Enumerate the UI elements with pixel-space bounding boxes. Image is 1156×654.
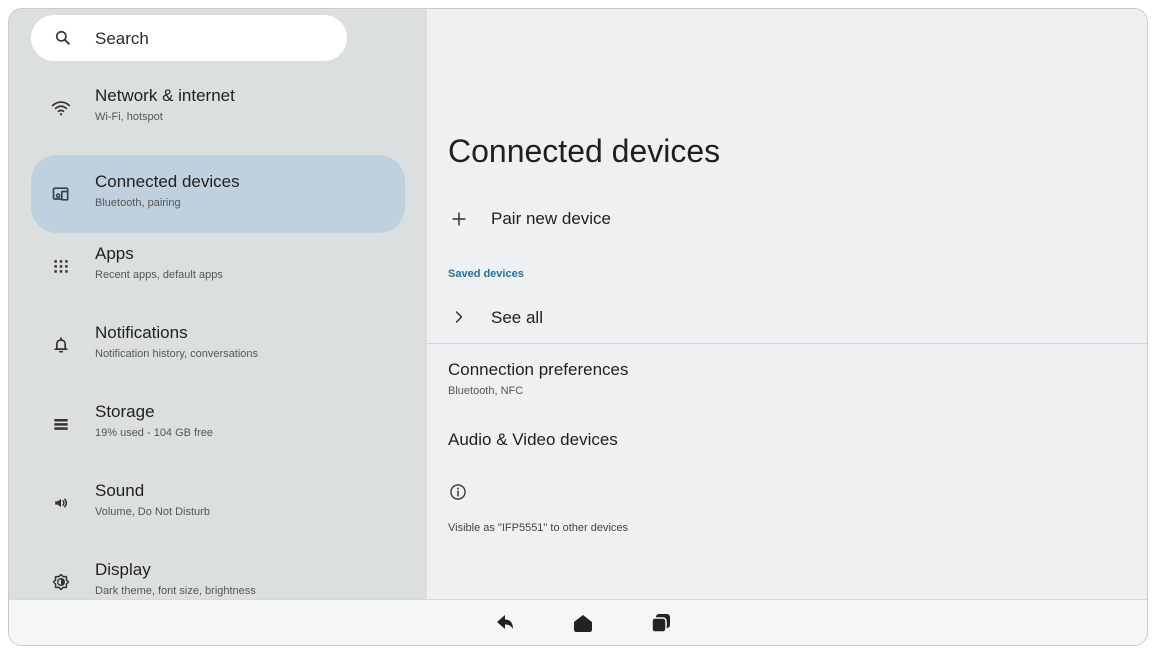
sidebar-item-notifications[interactable]: Notifications Notification history, conv… (31, 306, 405, 384)
saved-devices-header: Saved devices (448, 268, 524, 280)
sidebar-item-display[interactable]: Display Dark theme, font size, brightnes… (31, 543, 405, 601)
system-nav-bar (9, 599, 1147, 645)
connection-preferences-subtitle: Bluetooth, NFC (448, 385, 524, 397)
divider (427, 343, 1147, 344)
info-icon (450, 484, 466, 500)
apps-grid-icon (54, 260, 68, 273)
home-icon[interactable] (571, 611, 595, 635)
sidebar-item-storage[interactable]: Storage 19% used - 104 GB free (31, 385, 405, 463)
plus-icon (452, 212, 466, 226)
sidebar-item-subtitle: Dark theme, font size, brightness (95, 585, 256, 597)
sidebar-item-title: Apps (95, 244, 134, 263)
sidebar-item-title: Storage (95, 402, 155, 421)
sidebar-item-subtitle: Recent apps, default apps (95, 269, 223, 281)
sidebar-item-title: Display (95, 560, 151, 579)
sidebar-item-subtitle: Wi-Fi, hotspot (95, 111, 163, 123)
see-all-label: See all (491, 308, 543, 327)
sidebar-item-subtitle: Volume, Do Not Disturb (95, 506, 210, 518)
sidebar-item-title: Connected devices (95, 172, 240, 191)
sidebar-item-apps[interactable]: Apps Recent apps, default apps (31, 227, 405, 305)
wifi-icon (51, 101, 71, 116)
back-icon[interactable] (493, 611, 517, 635)
pair-new-device-label: Pair new device (491, 209, 612, 228)
search-bar[interactable]: Search (31, 15, 347, 61)
sidebar-item-subtitle: Notification history, conversations (95, 348, 259, 360)
sidebar-item-network[interactable]: Network & internet Wi-Fi, hotspot (31, 69, 405, 147)
sidebar-item-subtitle: 19% used - 104 GB free (95, 427, 214, 439)
search-icon (55, 30, 70, 45)
display-brightness-icon (52, 573, 70, 591)
settings-window: Search Network & internet Wi-Fi, hotspot… (8, 8, 1148, 646)
search-placeholder: Search (95, 29, 149, 48)
storage-icon (54, 419, 68, 430)
recents-icon[interactable] (649, 611, 673, 635)
page-title: Connected devices (448, 133, 721, 169)
sidebar-item-sound[interactable]: Sound Volume, Do Not Disturb (31, 464, 405, 542)
sidebar-item-title: Network & internet (95, 86, 235, 105)
device-visibility-text: Visible as "IFP5551" to other devices (448, 522, 629, 534)
sidebar-item-title: Notifications (95, 323, 188, 342)
sidebar-item-subtitle: Bluetooth, pairing (95, 197, 181, 209)
speaker-icon (55, 498, 68, 508)
connection-preferences-title: Connection preferences (448, 360, 629, 379)
main-panel: Connected devices Pair new device Saved … (427, 9, 1147, 601)
bell-icon (54, 337, 68, 353)
audio-video-devices-item[interactable]: Audio & Video devices (448, 430, 618, 450)
chevron-right-icon (455, 311, 463, 323)
sidebar-item-title: Sound (95, 481, 145, 500)
connected-devices-icon (52, 187, 69, 201)
sidebar: Search Network & internet Wi-Fi, hotspot… (9, 9, 427, 601)
sidebar-item-connected-devices[interactable]: Connected devices Bluetooth, pairing (31, 155, 405, 233)
